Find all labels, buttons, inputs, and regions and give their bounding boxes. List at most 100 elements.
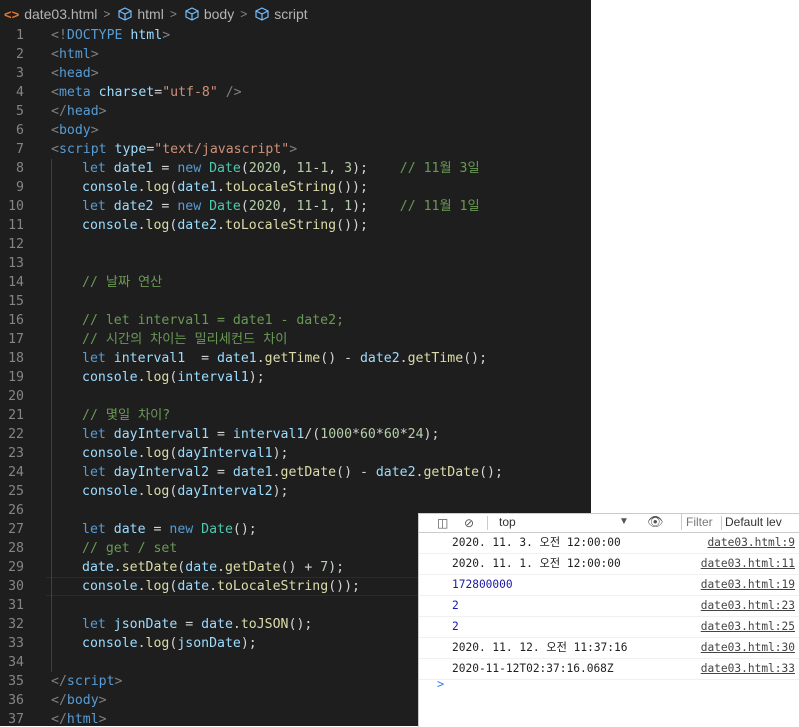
line-number: 1 xyxy=(16,28,24,43)
log-levels-dropdown[interactable]: Default lev xyxy=(725,514,782,530)
code-line[interactable]: 22 let dayInterval1 = interval1/(1000*60*… xyxy=(0,425,591,444)
code-text: </script> xyxy=(51,672,122,691)
console-source-link[interactable]: date03.html:33 xyxy=(701,659,795,679)
console-source-link[interactable]: date03.html:23 xyxy=(701,596,795,616)
code-token: "utf-8" xyxy=(162,85,218,100)
code-line[interactable]: 17 // 시간의 차이는 밀리세컨드 차이 xyxy=(0,330,591,349)
code-line[interactable]: 23 console.log(dayInterval1); xyxy=(0,444,591,463)
eye-icon[interactable]: 👁 xyxy=(647,514,664,530)
console-prompt[interactable]: > xyxy=(437,677,444,691)
code-token: html xyxy=(130,28,163,43)
code-token: > xyxy=(90,47,99,62)
line-number: 26 xyxy=(8,503,24,518)
code-line[interactable]: 8 let date1 = new Date(2020, 11-1, 3); //… xyxy=(0,159,591,178)
context-selector[interactable]: top xyxy=(499,515,516,529)
indent-guide xyxy=(51,235,52,254)
code-token: . xyxy=(256,351,265,366)
code-line[interactable]: 18 let interval1 = date1.getTime() - date… xyxy=(0,349,591,368)
indent-guide xyxy=(51,254,52,273)
code-token: > xyxy=(114,674,123,689)
code-token: = xyxy=(185,351,218,366)
code-token: , xyxy=(328,199,345,214)
breadcrumb-item-label: script xyxy=(274,6,308,22)
code-token: body xyxy=(66,693,99,708)
console-source-link[interactable]: date03.html:25 xyxy=(701,617,795,637)
code-line[interactable]: 13 xyxy=(0,254,591,273)
code-token: date1 xyxy=(217,351,257,366)
code-token: // 11월 1일 xyxy=(399,199,480,214)
code-line[interactable]: 7 <script type="text/javascript"> xyxy=(0,140,591,159)
code-token: log xyxy=(145,370,170,385)
code-line[interactable]: 9 console.log(date1.toLocaleString()); xyxy=(0,178,591,197)
breadcrumb-item-script[interactable]: script xyxy=(255,6,308,22)
code-line[interactable]: 4 <meta charset="utf-8" /> xyxy=(0,83,591,102)
console-source-link[interactable]: date03.html:30 xyxy=(701,638,795,658)
code-line[interactable]: 20 xyxy=(0,387,591,406)
code-token: = xyxy=(209,427,233,442)
code-line[interactable]: 19 console.log(interval1); xyxy=(0,368,591,387)
code-token: > xyxy=(289,142,298,157)
line-number: 14 xyxy=(8,275,24,290)
console-messages: 2020. 11. 3. 오전 12:00:00 date03.html:9 202… xyxy=(419,533,799,680)
code-line[interactable]: 6 <body> xyxy=(0,121,591,140)
code-line[interactable]: 1 <!DOCTYPE html> xyxy=(0,26,591,45)
code-line[interactable]: 5 </head> xyxy=(0,102,591,121)
code-token: date xyxy=(113,522,146,537)
code-token: ); xyxy=(248,370,265,385)
console-source-link[interactable]: date03.html:9 xyxy=(707,533,795,553)
code-line[interactable]: 12 xyxy=(0,235,591,254)
console-source-link[interactable]: date03.html:11 xyxy=(701,554,795,574)
devtools-console[interactable]: ◫ ⊘ top ▼ 👁 Filter Default lev 2020. 11.… xyxy=(418,513,799,727)
code-line[interactable]: 25 console.log(dayInterval2); xyxy=(0,482,591,501)
code-token: toLocaleString xyxy=(224,218,337,233)
code-token: . xyxy=(399,351,408,366)
code-line[interactable]: 14 // 날짜 연산 xyxy=(0,273,591,292)
code-line[interactable]: 21 // 몇일 차이? xyxy=(0,406,591,425)
code-line[interactable]: 3 <head> xyxy=(0,64,591,83)
code-token: . xyxy=(272,465,281,480)
sidebar-toggle-icon[interactable]: ◫ xyxy=(437,516,448,530)
code-token: log xyxy=(145,446,170,461)
code-token: let xyxy=(82,199,106,214)
code-token: > xyxy=(98,693,107,708)
code-line[interactable]: 24 let dayInterval2 = date1.getDate() - d… xyxy=(0,463,591,482)
line-number: 7 xyxy=(16,142,24,157)
code-token: dayInterval2 xyxy=(177,484,273,499)
clear-console-icon[interactable]: ⊘ xyxy=(464,516,474,530)
indent-guide xyxy=(51,558,52,577)
code-token: /> xyxy=(225,85,242,100)
code-text: let dayInterval2 = date1.getDate() - dat… xyxy=(82,463,503,482)
line-number: 12 xyxy=(8,237,24,252)
breadcrumb-item-body[interactable]: body xyxy=(185,6,234,22)
code-token: date1 xyxy=(177,180,218,195)
cube-icon xyxy=(255,7,269,21)
code-token: log xyxy=(145,579,170,594)
console-message: 172800000 date03.html:19 xyxy=(419,575,799,596)
code-line[interactable]: 16 // let interval1 = date1 - date2; xyxy=(0,311,591,330)
code-line[interactable]: 15 xyxy=(0,292,591,311)
code-token: . xyxy=(113,560,122,575)
code-token: body xyxy=(58,123,91,138)
filter-input[interactable]: Filter xyxy=(681,514,724,530)
code-text: </body> xyxy=(51,691,107,710)
line-number: 20 xyxy=(8,389,24,404)
code-token: < xyxy=(51,123,59,138)
code-line[interactable]: 10 let date2 = new Date(2020, 11-1, 1); /… xyxy=(0,197,591,216)
console-source-link[interactable]: date03.html:19 xyxy=(701,575,795,595)
code-line[interactable]: 11 console.log(date2.toLocaleString()); xyxy=(0,216,591,235)
breadcrumb-item-html[interactable]: html xyxy=(118,6,164,22)
code-token: 1000 xyxy=(320,427,353,442)
code-token: setDate xyxy=(121,560,178,575)
indent-guide xyxy=(51,444,52,463)
breadcrumb-file[interactable]: <> date03.html xyxy=(4,6,97,22)
code-token: ()); xyxy=(336,218,368,233)
code-line[interactable]: 2 <html> xyxy=(0,45,591,64)
code-token: 24 xyxy=(407,427,424,442)
chevron-down-icon[interactable]: ▼ xyxy=(619,516,629,527)
indent-guide xyxy=(51,387,52,406)
